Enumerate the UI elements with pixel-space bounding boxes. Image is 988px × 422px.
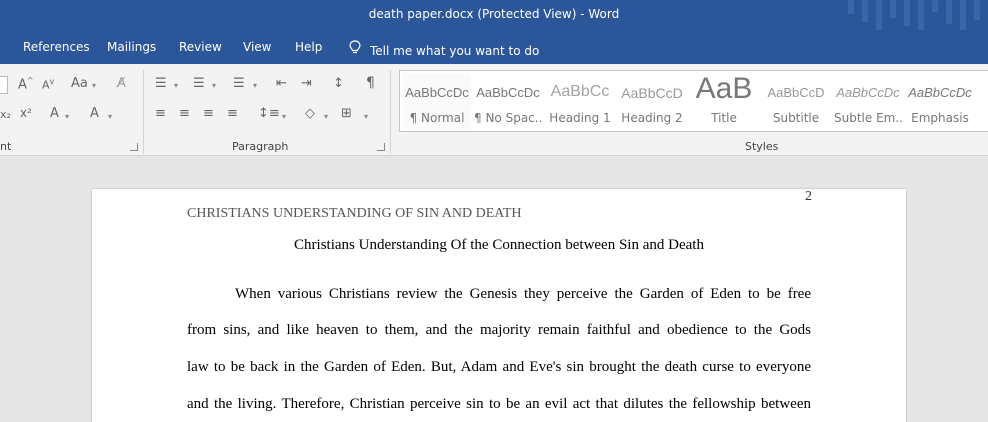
style-preview: AaBbCcD [767, 85, 825, 100]
shading-dropdown-icon[interactable]: ▾ [324, 112, 328, 121]
paragraph-group-label: Paragraph [232, 140, 289, 153]
multilevel-list-dropdown-icon[interactable]: ▾ [253, 81, 257, 90]
style-subtitle[interactable]: AaBbCcD Subtitle [762, 73, 830, 129]
styles-group-label: Styles [745, 140, 779, 153]
group-separator [143, 70, 144, 154]
align-center-icon[interactable]: ≡ [179, 106, 190, 121]
style-preview: AaBbCcDc [476, 85, 540, 100]
lightbulb-icon [348, 40, 362, 58]
style-emphasis[interactable]: AaBbCcDc Emphasis [906, 73, 974, 129]
style-name: Heading 1 [549, 111, 611, 125]
ribbon-tabs: References Mailings Review View Help Tel… [0, 30, 988, 64]
font-dialog-launcher-icon[interactable] [130, 143, 138, 151]
document-title: Christians Understanding Of the Connecti… [294, 237, 704, 253]
styles-gallery: AaBbCcDc ¶ Normal AaBbCcDc ¶ No Spac... … [399, 70, 988, 132]
style-name: Heading 2 [621, 111, 683, 125]
text-effects-icon[interactable]: A [50, 106, 59, 121]
tab-review[interactable]: Review [179, 40, 222, 54]
style-heading-1[interactable]: AaBbCc Heading 1 [546, 73, 614, 129]
borders-dropdown-icon[interactable]: ▾ [364, 112, 368, 121]
document-area[interactable]: 2 CHRISTIANS UNDERSTANDING OF SIN AND DE… [0, 157, 988, 422]
superscript-icon[interactable]: x² [20, 106, 32, 120]
tab-mailings[interactable]: Mailings [107, 40, 156, 54]
style-preview: AaBbCcDc [908, 85, 972, 100]
subscript-icon[interactable]: x₂ [0, 108, 11, 121]
paragraph-line: When various Christians review the Genes… [235, 286, 811, 302]
style-preview: AaBbCcDc [405, 85, 469, 100]
tell-me-search[interactable]: Tell me what you want to do [348, 40, 539, 58]
style-heading-2[interactable]: AaBbCcD Heading 2 [618, 73, 686, 129]
style-no-spacing[interactable]: AaBbCcDc ¶ No Spac... [474, 73, 542, 129]
shrink-font-icon[interactable]: Av [42, 77, 54, 92]
style-name: Subtle Em... [834, 111, 902, 125]
justify-icon[interactable]: ≡ [227, 106, 238, 121]
font-color-dropdown-icon[interactable]: ▾ [108, 112, 112, 121]
numbering-icon[interactable]: ☰ [193, 76, 205, 91]
style-title[interactable]: AaB Title [690, 73, 758, 129]
multilevel-list-icon[interactable]: ☰ [233, 76, 245, 91]
sort-icon[interactable]: ↕ [333, 76, 344, 91]
numbering-dropdown-icon[interactable]: ▾ [212, 81, 216, 90]
clear-formatting-icon[interactable]: A̸ [117, 76, 126, 91]
title-bar: death paper.docx (Protected View) - Word [0, 0, 988, 30]
tab-help[interactable]: Help [295, 40, 322, 54]
running-head: CHRISTIANS UNDERSTANDING OF SIN AND DEAT… [187, 206, 522, 221]
tab-references[interactable]: References [23, 40, 90, 54]
show-formatting-marks-icon[interactable]: ¶ [366, 75, 375, 91]
grow-font-icon[interactable]: A^ [18, 76, 34, 92]
style-normal[interactable]: AaBbCcDc ¶ Normal [403, 73, 471, 129]
paragraph-dialog-launcher-icon[interactable] [377, 143, 385, 151]
style-name: Subtitle [772, 111, 820, 125]
style-preview: AaBbCc [550, 83, 610, 100]
paragraph-line: law to be back in the Garden of Eden. Bu… [187, 359, 811, 375]
title-bar-pattern [838, 0, 988, 30]
borders-icon[interactable]: ⊞ [341, 106, 352, 121]
style-preview: AaB [695, 73, 753, 105]
document-page[interactable]: 2 CHRISTIANS UNDERSTANDING OF SIN AND DE… [92, 189, 906, 422]
style-name: Emphasis [911, 111, 969, 125]
style-name: ¶ Normal [409, 111, 465, 125]
text-effects-dropdown-icon[interactable]: ▾ [65, 112, 69, 121]
line-spacing-icon[interactable]: ↕≡ [258, 106, 280, 121]
decrease-indent-icon[interactable]: ⇤ [276, 76, 287, 91]
change-case-icon[interactable]: Aa [71, 76, 88, 91]
bullets-icon[interactable]: ☰ [155, 76, 167, 91]
change-case-dropdown-icon[interactable]: ▾ [92, 81, 96, 90]
ribbon: A^ Av Aa ▾ A̸ x₂ x² A ▾ A ▾ nt ☰ ▾ ☰ ▾ ☰… [0, 64, 988, 156]
increase-indent-icon[interactable]: ⇥ [301, 76, 312, 91]
style-name: Title [711, 111, 737, 125]
font-group-label: nt [0, 140, 12, 153]
font-color-icon[interactable]: A [90, 106, 99, 121]
style-subtle-emphasis[interactable]: AaBbCcDc Subtle Em... [834, 73, 902, 129]
bullets-dropdown-icon[interactable]: ▾ [174, 81, 178, 90]
line-spacing-dropdown-icon[interactable]: ▾ [282, 112, 286, 121]
tell-me-label: Tell me what you want to do [370, 44, 540, 58]
style-name: ¶ No Spac... [474, 111, 542, 125]
group-separator [390, 70, 391, 154]
style-preview: AaBbCcD [621, 85, 683, 101]
paragraph-line: and the living. Therefore, Christian per… [187, 396, 811, 412]
page-number: 2 [805, 189, 812, 204]
paragraph-line: from sins, and like heaven to them, and … [187, 322, 811, 338]
shading-icon[interactable]: ◇ [305, 106, 315, 121]
style-preview: AaBbCcDc [836, 85, 900, 100]
align-right-icon[interactable]: ≡ [203, 106, 214, 121]
tab-view[interactable]: View [243, 40, 271, 54]
font-size-box[interactable] [0, 76, 8, 94]
align-left-icon[interactable]: ≡ [155, 106, 166, 121]
